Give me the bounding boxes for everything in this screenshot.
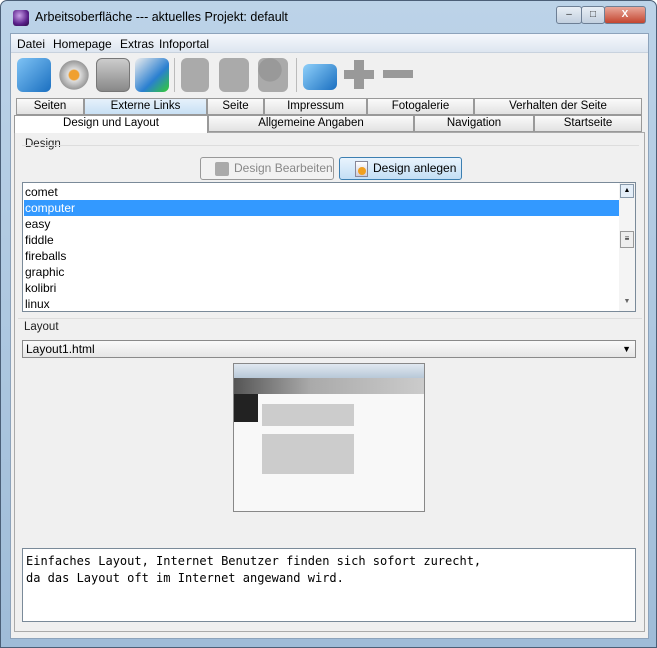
menu-bar: Datei Homepage Extras Infoportal bbox=[11, 34, 648, 53]
menu-extras[interactable]: Extras bbox=[120, 37, 154, 51]
application-window: Arbeitsoberfläche --- aktuelles Projekt:… bbox=[0, 0, 657, 648]
layout-select[interactable]: Layout1.html ▼ bbox=[22, 340, 636, 358]
list-item[interactable]: fiddle bbox=[24, 232, 619, 248]
menu-datei[interactable]: Datei bbox=[17, 37, 45, 51]
maximize-button[interactable]: □ bbox=[581, 6, 605, 24]
tab-seiten[interactable]: Seiten bbox=[16, 98, 84, 115]
toolbar-separator bbox=[174, 58, 175, 92]
design-list[interactable]: comet computer easy fiddle fireballs gra… bbox=[22, 182, 636, 312]
tab-design-und-layout[interactable]: Design und Layout bbox=[14, 115, 208, 133]
list-scrollbar[interactable]: ▲ ≡ ▼ bbox=[619, 183, 635, 311]
design-bearbeiten-label: Design Bearbeiten bbox=[234, 161, 333, 175]
tab-startseite[interactable]: Startseite bbox=[534, 115, 642, 132]
layout-preview-image bbox=[233, 363, 425, 512]
plus-icon[interactable] bbox=[344, 60, 374, 89]
minimize-button[interactable]: – bbox=[556, 6, 582, 24]
close-button[interactable]: X bbox=[604, 6, 646, 24]
layout-description[interactable]: Einfaches Layout, Internet Benutzer find… bbox=[22, 548, 636, 622]
cut-icon[interactable] bbox=[219, 58, 249, 92]
tab-navigation[interactable]: Navigation bbox=[414, 115, 534, 132]
tab-verhalten-der-seite[interactable]: Verhalten der Seite bbox=[474, 98, 642, 115]
layout-group-label: Layout bbox=[24, 321, 59, 333]
settings-gear-icon[interactable] bbox=[57, 58, 91, 92]
menu-homepage[interactable]: Homepage bbox=[53, 37, 112, 51]
scroll-up-button[interactable]: ▲ bbox=[620, 184, 634, 198]
window-title: Arbeitsoberfläche --- aktuelles Projekt:… bbox=[35, 10, 288, 24]
design-bearbeiten-button[interactable]: Design Bearbeiten bbox=[200, 157, 334, 180]
scroll-thumb[interactable]: ≡ bbox=[620, 231, 634, 248]
config-icon[interactable] bbox=[96, 58, 130, 92]
database-icon[interactable] bbox=[17, 58, 51, 92]
list-item-selected[interactable]: computer bbox=[24, 200, 619, 216]
design-anlegen-label: Design anlegen bbox=[373, 161, 457, 175]
toolbar-separator bbox=[296, 58, 297, 92]
tab-allgemeine-angaben[interactable]: Allgemeine Angaben bbox=[208, 115, 414, 132]
list-item[interactable]: comet bbox=[24, 184, 619, 200]
refresh-icon[interactable] bbox=[135, 58, 169, 92]
edit-icon bbox=[215, 162, 229, 176]
paste-icon[interactable] bbox=[258, 58, 288, 92]
new-design-icon bbox=[355, 161, 368, 177]
list-item[interactable]: fireballs bbox=[24, 248, 619, 264]
list-item[interactable]: linux bbox=[24, 296, 619, 312]
chevron-down-icon: ▼ bbox=[622, 344, 631, 354]
tab-seite[interactable]: Seite bbox=[207, 98, 264, 115]
copy-icon[interactable] bbox=[181, 58, 209, 92]
list-item[interactable]: kolibri bbox=[24, 280, 619, 296]
tab-externe-links[interactable]: Externe Links bbox=[84, 98, 207, 115]
list-item[interactable]: easy bbox=[24, 216, 619, 232]
scroll-down-button[interactable]: ▼ bbox=[620, 295, 634, 309]
list-item[interactable]: graphic bbox=[24, 264, 619, 280]
app-icon bbox=[13, 10, 29, 26]
design-group-label: Design bbox=[25, 138, 61, 150]
client-area: Datei Homepage Extras Infoportal Seiten … bbox=[10, 33, 649, 639]
tab-fotogalerie[interactable]: Fotogalerie bbox=[367, 98, 474, 115]
layout-select-value: Layout1.html bbox=[26, 342, 95, 356]
database-add-icon[interactable] bbox=[303, 64, 337, 90]
minus-icon[interactable] bbox=[383, 70, 413, 78]
tab-impressum[interactable]: Impressum bbox=[264, 98, 367, 115]
menu-infoportal[interactable]: Infoportal bbox=[159, 37, 209, 51]
design-anlegen-button[interactable]: Design anlegen bbox=[339, 157, 462, 180]
